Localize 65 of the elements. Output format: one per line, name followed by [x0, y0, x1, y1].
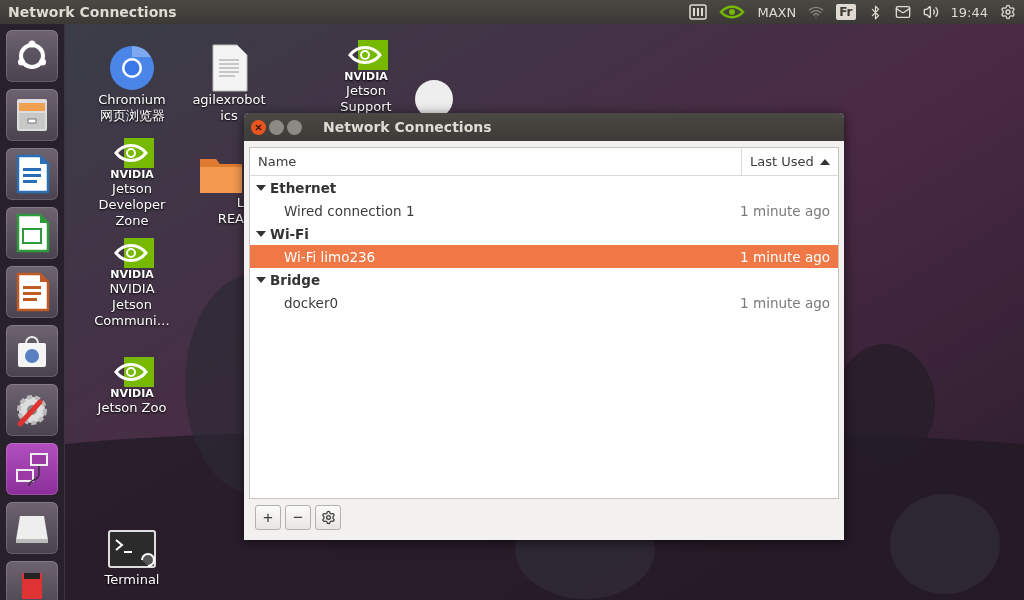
icon-label: Developer: [98, 197, 166, 213]
logo-wordmark: NVIDIA: [110, 168, 154, 181]
launcher-item[interactable]: [6, 148, 58, 200]
volume-icon[interactable]: [922, 4, 939, 20]
launcher-item[interactable]: [6, 89, 58, 141]
dialog-title: Network Connections: [323, 119, 492, 135]
connection-row[interactable]: docker0 1 minute ago: [250, 291, 838, 314]
launcher-item[interactable]: [6, 561, 58, 600]
clock[interactable]: 19:44: [950, 4, 988, 20]
launcher-item[interactable]: [6, 502, 58, 554]
settings-button[interactable]: [315, 505, 341, 530]
power-mode-label[interactable]: MAXN: [757, 4, 797, 20]
close-icon: [255, 123, 262, 131]
logo-wordmark: NVIDIA: [344, 70, 388, 83]
icon-label: NVIDIA: [109, 281, 155, 297]
group-name: Wi-Fi: [270, 225, 309, 242]
launcher-item[interactable]: [6, 443, 58, 495]
launcher-item[interactable]: [6, 325, 58, 377]
last-used-time: 1 minute ago: [740, 202, 831, 219]
connection-name: Wired connection 1: [283, 202, 416, 219]
settings-icon[interactable]: [1000, 4, 1016, 20]
remove-button[interactable]: −: [285, 505, 311, 530]
nvidia-eye-icon[interactable]: [719, 4, 746, 20]
maximize-button[interactable]: [287, 119, 302, 135]
last-used-time: 1 minute ago: [740, 294, 831, 311]
icon-label: Jetson: [112, 181, 152, 197]
launcher-item[interactable]: [6, 266, 58, 318]
system-monitor-icon[interactable]: [689, 4, 708, 20]
wifi-icon[interactable]: [808, 4, 825, 20]
connection-name: Wi-Fi limo236: [283, 248, 377, 265]
icon-label: Jetson: [346, 83, 386, 99]
column-header[interactable]: Last Used: [741, 148, 838, 175]
close-button[interactable]: [251, 119, 266, 135]
icon-label: Zone: [115, 213, 149, 229]
connection-name: docker0: [283, 294, 340, 311]
gear-icon: [320, 510, 336, 525]
mail-icon[interactable]: [894, 4, 911, 20]
text-document-icon: [209, 44, 249, 92]
logo-wordmark: NVIDIA: [110, 268, 154, 281]
icon-label: REA: [217, 211, 244, 227]
window-title: Network Connections: [8, 4, 178, 20]
icon-label: Jetson Zoo: [97, 400, 167, 416]
add-button[interactable]: +: [255, 505, 281, 530]
keyboard-layout-indicator[interactable]: Fr: [836, 4, 856, 20]
group-name: Ethernet: [270, 179, 337, 196]
icon-label: ics: [220, 108, 238, 124]
launcher-item[interactable]: [6, 30, 58, 82]
minimize-button[interactable]: [269, 119, 284, 135]
logo-wordmark: NVIDIA: [110, 387, 154, 400]
icon-label: Communi…: [94, 313, 170, 329]
launcher-item[interactable]: [6, 384, 58, 436]
group-name: Bridge: [270, 271, 321, 288]
launcher-item[interactable]: [6, 207, 58, 259]
icon-label: Terminal: [104, 572, 160, 588]
icon-label: Jetson: [112, 297, 152, 313]
icon-label: Support: [340, 99, 392, 115]
chromium-icon: [108, 44, 156, 92]
icon-label: L: [236, 195, 244, 211]
connection-row[interactable]: Wired connection 1 1 minute ago: [250, 199, 838, 222]
icon-label: agilexrobot: [192, 92, 266, 108]
icon-label: 网页浏览器: [99, 108, 165, 124]
icon-label: Chromium: [98, 92, 166, 108]
sort-ascending-icon: [819, 158, 830, 165]
last-used-time: 1 minute ago: [740, 248, 831, 265]
column-header[interactable]: Name: [250, 148, 741, 175]
